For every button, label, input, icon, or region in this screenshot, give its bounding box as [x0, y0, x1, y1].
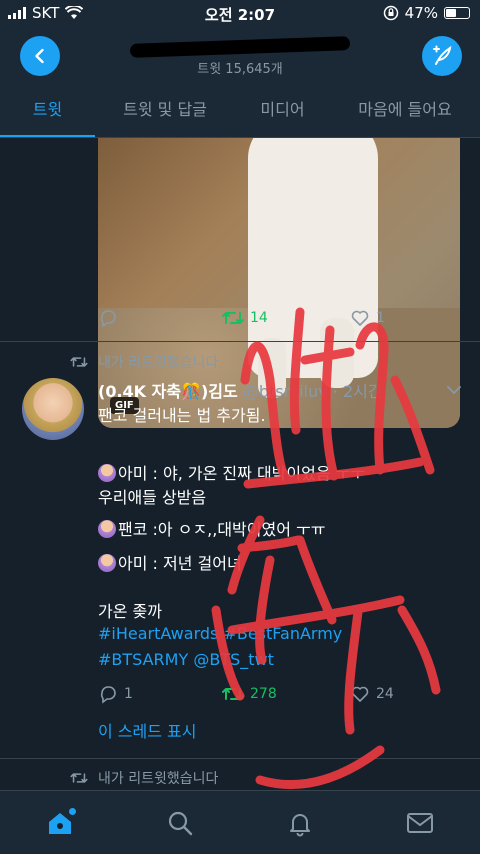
bottom-navigation — [0, 790, 480, 854]
nav-messages[interactable] — [390, 798, 450, 848]
retweet-small-icon — [70, 357, 88, 367]
author-name[interactable]: (0.4K 자축🎊)김도 — [98, 382, 238, 401]
tweet-count: 트윗 15,645개 — [197, 62, 283, 77]
compose-tweet-button[interactable] — [422, 36, 462, 76]
like-count: 1 — [376, 310, 385, 326]
retweet-button[interactable]: 14 — [222, 306, 268, 330]
hashtag-mention-line[interactable]: #BTSARMY @BTS_twt — [98, 650, 274, 669]
chevron-down-icon[interactable] — [446, 384, 462, 396]
profile-name-redacted — [129, 36, 351, 58]
woman-emoji-icon — [98, 464, 116, 482]
retweet-button[interactable]: 278 — [222, 682, 277, 706]
retweet-count: 278 — [250, 686, 277, 702]
tweet-text-line: 우리애들 상받음 — [98, 488, 207, 507]
tweet2-actions: 1 278 24 — [98, 682, 418, 706]
author-handle-time: @btsmiluv · 2시간 — [242, 382, 383, 401]
retweet-notice-text: 내가 리트윗했습니다 — [98, 771, 219, 787]
tweet-text-segment: 팬코 :아 ㅇㅈ,,대박이였어 ㅜㅠ — [118, 520, 326, 539]
reply-button[interactable]: 1 — [98, 682, 133, 706]
battery-fill — [446, 9, 456, 17]
tweet-text-segment: 아미 : 야, 가온 진짜 대박이었음 ㅜㅜ — [118, 464, 366, 483]
tweet-author-line: (0.4K 자축🎊)김도 @btsmiluv · 2시간 — [98, 378, 383, 402]
reply-button[interactable] — [98, 306, 118, 330]
retweet-notice: 내가 리트윗했습니다 — [70, 768, 218, 788]
heart-icon — [351, 310, 369, 326]
tab-likes[interactable]: 마음에 들어요 — [330, 84, 480, 137]
retweet-small-icon — [70, 773, 88, 783]
reply-icon — [100, 686, 116, 704]
bell-icon — [290, 813, 310, 836]
show-thread-link[interactable]: 이 스레드 표시 — [98, 718, 197, 742]
tweet-feed[interactable]: GIF 14 1 내가 리트윗했습니다 (0.4K 자축🎊)김도 @btsmil… — [0, 138, 480, 790]
profile-header: 트윗 15,645개 — [0, 28, 480, 84]
like-button[interactable]: 24 — [350, 682, 394, 706]
battery-icon — [444, 7, 470, 19]
hashtag-line[interactable]: #iHeartAwards #BestFanArmy — [98, 624, 342, 643]
redaction-scribble — [129, 36, 351, 58]
nav-search[interactable] — [150, 798, 210, 848]
nav-notifications[interactable] — [270, 798, 330, 848]
reply-count: 1 — [124, 686, 133, 702]
new-content-dot — [69, 807, 76, 815]
rotation-lock-icon — [383, 5, 398, 21]
retweet-notice-text: 내가 리트윗했습니다 — [98, 355, 219, 371]
status-bar: SKT 오전 2:07 47% — [0, 0, 480, 28]
tweet-text-line: 팬코 :아 ㅇㅈ,,대박이였어 ㅜㅠ — [98, 516, 325, 540]
woman-gesturing-no-emoji-icon — [98, 554, 116, 572]
reply-icon — [100, 310, 116, 328]
like-button[interactable]: 1 — [350, 306, 385, 330]
feather-plus-icon — [433, 45, 452, 65]
tweet-text-line: 팬코 걸러내는 법 추가됨. — [98, 406, 266, 425]
tab-tweets[interactable]: 트윗 — [0, 84, 95, 137]
search-icon — [168, 811, 193, 835]
status-right: 47% — [383, 4, 470, 22]
battery-percent: 47% — [404, 4, 438, 22]
retweet-icon — [222, 688, 244, 700]
tweet-divider — [0, 341, 480, 342]
tweet-text-segment: 아미 : 저년 걸어녀 — [118, 554, 242, 573]
avatar[interactable] — [22, 378, 84, 440]
tab-media[interactable]: 미디어 — [235, 84, 330, 137]
retweet-icon — [222, 312, 244, 324]
tweet-divider — [0, 758, 480, 759]
retweet-notice: 내가 리트윗했습니다 — [70, 352, 218, 372]
tab-tweets-and-replies[interactable]: 트윗 및 답글 — [95, 84, 235, 137]
profile-tabs: 트윗 트윗 및 답글 미디어 마음에 들어요 — [0, 84, 480, 138]
woman-tipping-hand-emoji-icon — [98, 520, 116, 538]
like-count: 24 — [376, 686, 394, 702]
tweet-text-line: 아미 : 야, 가온 진짜 대박이었음 ㅜㅜ — [98, 460, 365, 484]
nav-home[interactable] — [30, 798, 90, 848]
tweet1-actions: 14 1 — [98, 306, 418, 330]
tweet-text-line: 아미 : 저년 걸어녀 — [98, 550, 242, 574]
mail-icon — [407, 812, 433, 833]
retweet-count: 14 — [250, 310, 268, 326]
heart-icon — [351, 686, 369, 702]
tweet-text-line: 가온 좆까 — [98, 602, 162, 621]
